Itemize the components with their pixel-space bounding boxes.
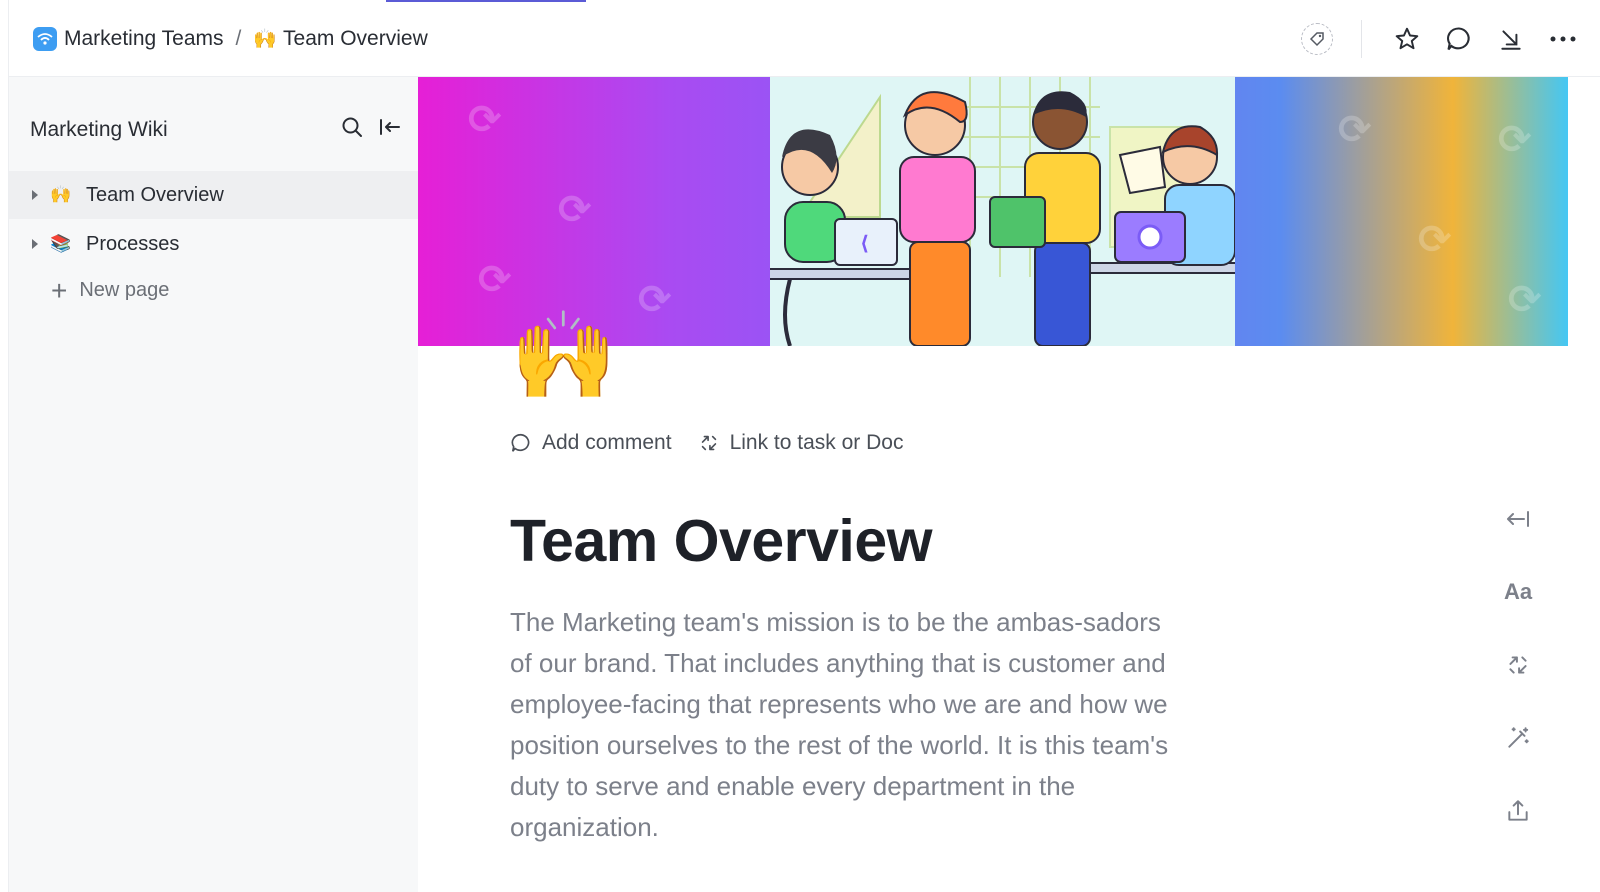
link-arrows-icon [701,435,716,451]
collapse-sidebar-icon[interactable] [378,115,402,144]
logo-watermark-icon: ⟳ [1418,218,1452,262]
relationships-icon[interactable] [1500,647,1536,683]
breadcrumb-separator: / [235,27,242,50]
page-icon[interactable]: 🙌 [510,313,617,399]
page-body[interactable]: The Marketing team's mission is to be th… [510,602,1170,848]
sidebar: Marketing Wiki 🙌 Team Overview 📚 Process… [9,77,418,892]
tag-icon[interactable] [1301,23,1333,55]
comment-icon [511,433,530,452]
top-bar: Marketing Teams / 🙌 Team Overview [9,0,1600,77]
cover-image[interactable]: ⟳ ⟳ ⟳ ⟳ ⟳ ⟳ ⟳ ⟳ ⟨ [418,77,1568,346]
star-icon[interactable] [1392,24,1422,54]
expand-caret-icon[interactable] [32,239,38,249]
logo-watermark-icon: ⟳ [1338,108,1372,152]
wifi-icon[interactable] [33,27,57,51]
breadcrumb-space[interactable]: Marketing Teams [64,27,224,51]
right-toolbar: Aa [1500,501,1536,866]
page-emoji-icon: 🙌 [253,29,278,50]
logo-watermark-icon: ⟳ [468,98,502,142]
plus-icon: + [51,274,68,306]
search-icon[interactable] [340,115,364,144]
svg-text:⟨: ⟨ [860,231,869,255]
add-comment-button[interactable]: Add comment [510,431,672,455]
share-upload-icon[interactable] [1500,793,1536,829]
sidebar-item-team-overview[interactable]: 🙌 Team Overview [9,171,418,219]
divider [1361,20,1362,58]
logo-watermark-icon: ⟳ [1498,118,1532,162]
raised-hands-icon: 🙌 [50,185,72,204]
sidebar-item-label: Processes [86,232,180,255]
breadcrumb: Marketing Teams / 🙌 Team Overview [33,24,428,54]
expand-width-icon[interactable] [1500,501,1536,537]
logo-watermark-icon: ⟳ [478,258,512,302]
sidebar-item-label: Team Overview [86,183,224,206]
comment-icon[interactable] [1444,24,1474,54]
sidebar-header: Marketing Wiki [30,115,402,144]
new-page-label: New page [79,279,170,301]
logo-watermark-icon: ⟳ [558,188,592,232]
typography-icon[interactable]: Aa [1500,574,1536,610]
logo-watermark-icon: ⟳ [1508,278,1542,322]
top-actions [1301,20,1600,58]
add-comment-label: Add comment [542,431,672,454]
loading-indicator [386,0,586,2]
expand-caret-icon[interactable] [32,190,38,200]
breadcrumb-page[interactable]: Team Overview [283,27,428,51]
more-dots-icon[interactable] [1548,24,1578,54]
magic-wand-icon[interactable] [1500,720,1536,756]
team-illustration: ⟨ [770,77,1235,346]
link-task-button[interactable]: Link to task or Doc [698,431,904,455]
books-icon: 📚 [50,234,72,253]
arrow-down-right-icon[interactable] [1496,24,1526,54]
sidebar-tools [340,115,402,144]
doc-actions: Add comment Link to task or Doc [510,431,929,455]
page-title[interactable]: Team Overview [510,507,933,575]
window-edge [0,0,9,892]
link-task-label: Link to task or Doc [729,431,904,454]
sidebar-title: Marketing Wiki [30,117,168,141]
document-area: ⟳ ⟳ ⟳ ⟳ ⟳ ⟳ ⟳ ⟳ ⟨ 🙌 Add comment Link to … [418,77,1600,892]
sidebar-item-processes[interactable]: 📚 Processes [9,220,418,268]
new-page-button[interactable]: + New page [51,274,170,306]
logo-watermark-icon: ⟳ [638,278,672,322]
